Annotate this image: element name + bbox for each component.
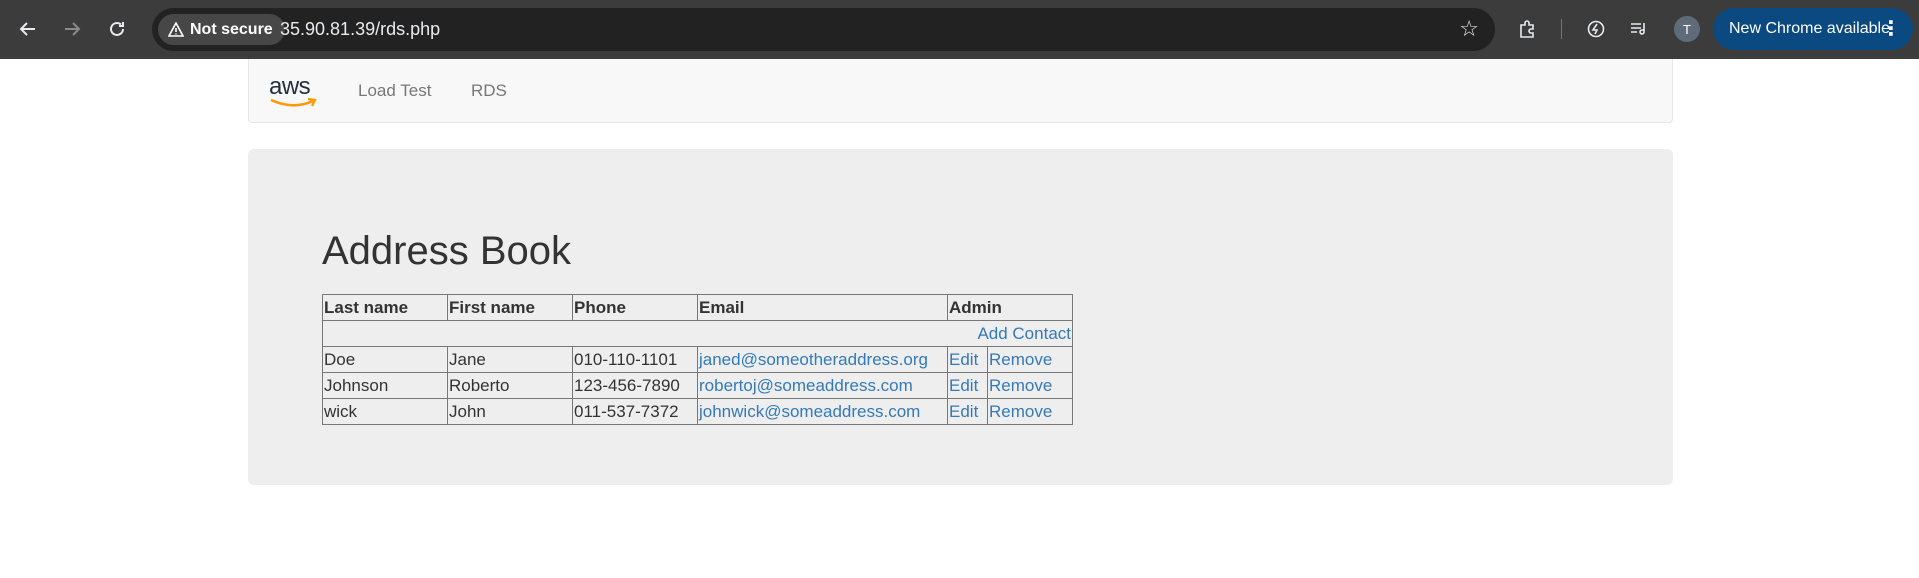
cell-email: janed@someotheraddress.org xyxy=(697,346,948,373)
arrow-left-icon xyxy=(19,22,35,36)
cell-remove: Remove xyxy=(987,372,1073,399)
column-header-email: Email xyxy=(697,294,948,321)
profile-avatar[interactable]: T xyxy=(1674,16,1700,42)
remove-link[interactable]: Remove xyxy=(989,376,1052,395)
cell-phone: 011-537-7372 xyxy=(572,398,698,425)
media-controls-icon[interactable] xyxy=(1624,14,1654,44)
reload-icon xyxy=(110,21,124,36)
column-header-first-name: First name xyxy=(447,294,573,321)
remove-link[interactable]: Remove xyxy=(989,350,1052,369)
arrow-right-icon xyxy=(65,22,81,36)
chrome-update-button[interactable]: New Chrome available ⋮ xyxy=(1713,8,1913,50)
cell-edit: Edit xyxy=(947,398,988,425)
browser-toolbar: Not secure 35.90.81.39/rds.php ☆ T New C… xyxy=(0,0,1919,59)
site-navbar: aws Load Test RDS xyxy=(248,59,1673,123)
cell-first-name: Jane xyxy=(447,346,573,373)
reload-button[interactable] xyxy=(101,13,133,45)
cell-phone: 010-110-1101 xyxy=(572,346,698,373)
url-text[interactable]: 35.90.81.39/rds.php xyxy=(280,19,440,40)
email-link[interactable]: janed@someotheraddress.org xyxy=(699,350,928,369)
content-panel: Address Book Last name First name Phone … xyxy=(248,149,1673,485)
cell-email: robertoj@someaddress.com xyxy=(697,372,948,399)
address-bar[interactable]: Not secure 35.90.81.39/rds.php ☆ xyxy=(152,8,1495,51)
table-row: Doe Jane 010-110-1101 janed@someotheradd… xyxy=(322,346,1073,373)
cell-edit: Edit xyxy=(947,346,988,373)
add-contact-cell: Add Contact xyxy=(322,320,1073,347)
aws-logo[interactable]: aws xyxy=(269,73,319,109)
nav-link-load-test[interactable]: Load Test xyxy=(358,81,431,101)
toolbar-divider xyxy=(1561,19,1562,39)
column-header-admin: Admin xyxy=(947,294,1073,321)
email-link[interactable]: robertoj@someaddress.com xyxy=(699,376,913,395)
cell-last-name: wick xyxy=(322,398,448,425)
cell-remove: Remove xyxy=(987,398,1073,425)
nav-link-rds[interactable]: RDS xyxy=(471,81,507,101)
security-chip[interactable]: Not secure xyxy=(158,14,285,45)
table-row: wick John 011-537-7372 johnwick@someaddr… xyxy=(322,398,1073,425)
security-label: Not secure xyxy=(190,20,273,38)
warning-icon xyxy=(168,21,184,37)
table-row: Johnson Roberto 123-456-7890 robertoj@so… xyxy=(322,372,1073,399)
cell-first-name: Roberto xyxy=(447,372,573,399)
extensions-icon[interactable] xyxy=(1512,14,1542,44)
add-contact-link[interactable]: Add Contact xyxy=(977,324,1071,343)
edit-link[interactable]: Edit xyxy=(949,376,978,395)
edit-link[interactable]: Edit xyxy=(949,402,978,421)
edit-link[interactable]: Edit xyxy=(949,350,978,369)
cell-edit: Edit xyxy=(947,372,988,399)
column-header-last-name: Last name xyxy=(322,294,448,321)
forward-button[interactable] xyxy=(56,13,88,45)
back-button[interactable] xyxy=(12,13,44,45)
column-header-phone: Phone xyxy=(572,294,698,321)
cell-remove: Remove xyxy=(987,346,1073,373)
update-label: New Chrome available xyxy=(1729,20,1890,37)
cell-last-name: Doe xyxy=(322,346,448,373)
cell-first-name: John xyxy=(447,398,573,425)
cell-last-name: Johnson xyxy=(322,372,448,399)
performance-icon[interactable] xyxy=(1581,14,1611,44)
email-link[interactable]: johnwick@someaddress.com xyxy=(699,402,920,421)
address-book-table: Last name First name Phone Email Admin A… xyxy=(322,294,1073,425)
page-title: Address Book xyxy=(322,229,572,273)
add-contact-row: Add Contact xyxy=(322,320,1073,347)
aws-smile-icon xyxy=(270,97,317,107)
table-header-row: Last name First name Phone Email Admin xyxy=(322,294,1073,321)
cell-email: johnwick@someaddress.com xyxy=(697,398,948,425)
bookmark-star-icon[interactable]: ☆ xyxy=(1459,16,1479,42)
remove-link[interactable]: Remove xyxy=(989,402,1052,421)
cell-phone: 123-456-7890 xyxy=(572,372,698,399)
kebab-menu-icon[interactable]: ⋮ xyxy=(1881,16,1901,41)
